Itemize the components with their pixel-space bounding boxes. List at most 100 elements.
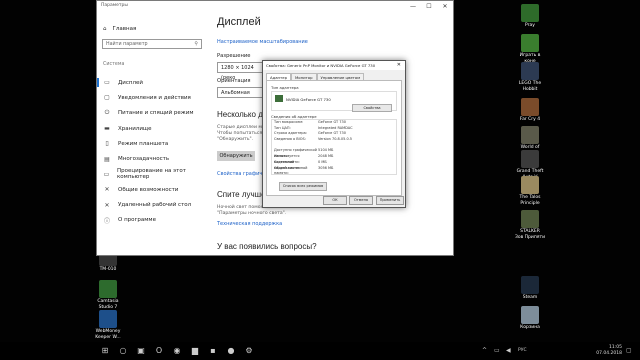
camtasia-shortcut-icon[interactable]: Camtasia Studio 7	[90, 280, 126, 310]
notifications-arrow-icon[interactable]: ^	[482, 347, 487, 354]
graphics-properties-link[interactable]: Свойства графиче	[217, 171, 265, 177]
page-title: Дисплей	[217, 16, 261, 28]
network-icon[interactable]: ▭	[494, 347, 500, 354]
settings-icon[interactable]: ⚙	[244, 346, 254, 356]
resolution-select[interactable]: 1280 × 1024 (реко	[217, 62, 265, 81]
projecting-icon: ▭	[103, 170, 110, 178]
sidebar: ⌂ Главная Найти параметр ⚲ Система ▭ Дисп…	[97, 12, 207, 255]
close-button[interactable]: ✕	[437, 1, 453, 12]
sidebar-item[interactable]: ▤ Многозадачность	[103, 151, 207, 166]
store-icon[interactable]: ▪	[208, 346, 218, 356]
desktop-icon-label: TM-010	[99, 267, 117, 272]
ok-button[interactable]: ОК	[323, 196, 347, 205]
settings-titlebar: Параметры — ☐ ✕	[97, 1, 453, 12]
far-cry-4-shortcut-icon[interactable]: Far Cry 4	[512, 98, 548, 123]
custom-scaling-link[interactable]: Настраиваемое масштабирование	[217, 39, 308, 45]
desktop-icon-label: LEGO The Hobbit	[518, 81, 542, 92]
desktop-icon-image	[521, 276, 539, 294]
notifications-icon: ▢	[104, 94, 110, 102]
desktop-icon-image	[99, 280, 117, 298]
search-input[interactable]: Найти параметр ⚲	[102, 39, 202, 49]
taskbar: ⊞ ○ ▣ O ◉ ▆ ▪ ● ⚙ ^ ▭ ◀ РУС 11:05 07.04.2018 ▢	[0, 342, 640, 360]
shared-experiences-icon: ✕	[104, 186, 110, 194]
sidebar-item-label: Проецирование на этот компьютер	[116, 168, 186, 181]
orientation-label: Ориентация	[217, 78, 251, 84]
desktop-icon-image	[521, 150, 539, 168]
sidebar-item-label: Удаленный рабочий стол	[118, 202, 192, 209]
game-shortcut-icon[interactable]: Играть в коне	[512, 34, 548, 64]
display-icon: ▭	[104, 79, 110, 87]
clock[interactable]: 11:05 07.04.2018	[596, 345, 622, 357]
dialog-close-icon[interactable]: ✕	[397, 61, 401, 70]
pray-shortcut-icon[interactable]: Pray	[512, 4, 548, 29]
sidebar-item-label: О программе	[118, 217, 156, 224]
language-indicator[interactable]: РУС	[518, 348, 527, 353]
desktop-icon-image	[521, 210, 539, 228]
info-value: 3056 МБ	[318, 165, 334, 170]
info-value: Version 70.8.05.0.5	[318, 137, 353, 142]
power-icon: ⏻	[104, 109, 110, 117]
adapter-type-group-label: Тип адаптера	[271, 85, 299, 90]
dialog-buttons: ОК Отмена Применить	[263, 196, 405, 205]
task-view-icon[interactable]: ▣	[136, 346, 146, 356]
sidebar-item[interactable]: ⓘ О программе	[103, 213, 207, 228]
camera-icon[interactable]: ●	[226, 346, 236, 356]
search-icon: ⚲	[194, 41, 198, 47]
sidebar-item-label: Общие возможности	[118, 186, 179, 193]
sidebar-item-label: Режим планшета	[118, 140, 169, 147]
sidebar-nav: ▭ Дисплей ▢ Уведомления и действия ⏻ Питание …	[97, 75, 207, 228]
desktop-icon-image	[521, 62, 539, 80]
sidebar-item[interactable]: ▯ Режим планшета	[103, 136, 207, 151]
webmoney-shortcut-icon[interactable]: WebMoney Keeper W...	[90, 310, 126, 340]
window-title: Параметры	[101, 3, 128, 8]
adapter-properties-button[interactable]: Свойства	[352, 104, 392, 112]
desktop-icon-label: Steam	[522, 295, 538, 300]
desktop-icon-label: Far Cry 4	[519, 117, 541, 122]
sidebar-item[interactable]: ✕ Удаленный рабочий стол	[103, 197, 207, 212]
multiple-displays-heading: Несколько ди	[217, 110, 268, 119]
home-label: Главная	[112, 26, 137, 32]
search-icon[interactable]: ○	[118, 346, 128, 356]
desktop-icon-label: Pray	[525, 23, 535, 28]
sidebar-item[interactable]: ⏻ Питание и спящий режим	[103, 106, 207, 121]
steam-shortcut-icon[interactable]: Steam	[512, 276, 548, 301]
cancel-button[interactable]: Отмена	[349, 196, 373, 205]
sidebar-item[interactable]: ▭ Проецирование на этот компьютер	[103, 167, 207, 182]
talos-principle-shortcut-icon[interactable]: The Talos Principle	[512, 176, 548, 206]
action-center-icon[interactable]: ▢	[626, 347, 632, 354]
opera-icon[interactable]: O	[154, 346, 164, 356]
detect-button[interactable]: Обнаружить	[217, 151, 255, 161]
orientation-select[interactable]: Альбомная	[217, 87, 265, 98]
adapter-info-box: Тип микросхем: GeForce GT 730 Тип ЦАП: Inte…	[271, 119, 397, 175]
list-all-modes-button[interactable]: Список всех режимов	[279, 182, 327, 191]
apply-button[interactable]: Применить	[376, 196, 404, 205]
maximize-button[interactable]: ☐	[421, 1, 437, 12]
adapter-name: NVIDIA GeForce GT 730	[286, 97, 331, 102]
sidebar-item[interactable]: ▢ Уведомления и действия	[103, 90, 207, 105]
minimize-button[interactable]: —	[405, 1, 421, 12]
section-label: Система	[103, 62, 125, 67]
recycle-bin-icon[interactable]: Корзина	[512, 306, 548, 331]
tablet-icon: ▯	[105, 140, 109, 148]
chrome-icon[interactable]: ◉	[172, 346, 182, 356]
desktop-icon-label: STALKER Зов Припяти	[514, 229, 546, 240]
home-link[interactable]: ⌂ Главная	[103, 26, 136, 32]
tech-support-link[interactable]: Техническая поддержка	[217, 221, 282, 227]
multiple-displays-text: Старые дисплеи мог Чтобы попытаться "Обн…	[217, 125, 267, 142]
desktop-icon-image	[521, 306, 539, 324]
desktop-icon-label: Camtasia Studio 7	[97, 299, 119, 310]
desktop-icon-label: WebMoney Keeper W...	[95, 329, 121, 340]
start-icon[interactable]: ⊞	[100, 346, 110, 356]
adapter-panel: Тип адаптера NVIDIA GeForce GT 730 Свойс…	[266, 80, 402, 196]
dialog-titlebar: Свойства: Generic PnP Monitor и NVIDIA G…	[263, 61, 405, 70]
sidebar-item-label: Хранилище	[118, 125, 152, 132]
explorer-icon[interactable]: ▆	[190, 346, 200, 356]
sidebar-item[interactable]: ✕ Общие возможности	[103, 182, 207, 197]
remote-desktop-icon: ✕	[104, 201, 110, 209]
lego-hobbit-shortcut-icon[interactable]: LEGO The Hobbit	[512, 62, 548, 92]
gpu-chip-icon	[275, 95, 283, 102]
sidebar-item[interactable]: ▬ Хранилище	[103, 121, 207, 136]
volume-icon[interactable]: ◀	[506, 347, 511, 354]
sidebar-item[interactable]: ▭ Дисплей	[97, 75, 207, 90]
stalker-shortcut-icon[interactable]: STALKER Зов Припяти	[512, 210, 548, 240]
